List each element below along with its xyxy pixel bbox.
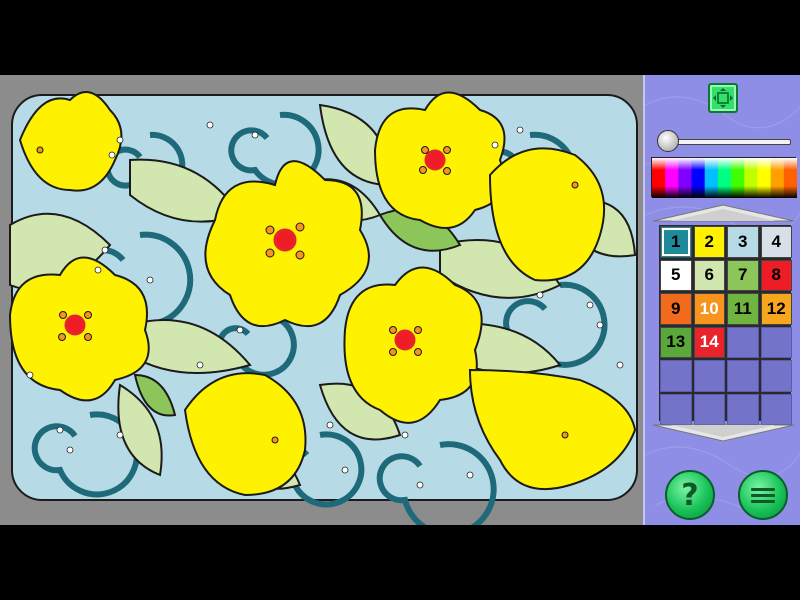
zoom-slider-knob[interactable] [657,130,679,152]
color-palette-picker[interactable] [651,157,797,198]
color-number-5[interactable]: 5 [660,259,692,291]
palette-swatch[interactable] [744,158,758,198]
help-button[interactable]: ? [665,470,715,520]
palette-gradient[interactable] [652,158,797,198]
empty-color-slot [693,360,725,392]
palette-swatch[interactable] [731,158,745,198]
empty-color-slot [760,360,792,392]
palette-swatch[interactable] [704,158,719,198]
bottom-letterbox [0,525,800,600]
empty-color-slot [660,393,692,425]
empty-color-slot [727,360,759,392]
zoom-slider-track[interactable] [665,139,791,145]
color-number-4[interactable]: 4 [760,226,792,258]
palette-swatch[interactable] [757,158,772,198]
palette-swatch[interactable] [717,158,732,198]
scroll-up-arrow[interactable] [651,203,796,223]
scroll-down-arrow[interactable] [651,423,796,443]
empty-color-slot [760,326,792,358]
color-number-8[interactable]: 8 [760,259,792,291]
empty-color-slot [693,393,725,425]
palette-swatch[interactable] [691,158,706,198]
color-number-10[interactable]: 10 [693,293,725,325]
color-number-3[interactable]: 3 [727,226,759,258]
coloring-canvas[interactable] [0,75,643,525]
empty-color-slot [727,393,759,425]
color-number-1[interactable]: 1 [660,226,692,258]
tool-panel: 1 2 3 4 5 6 7 8 9 10 11 12 13 14 ? [643,75,800,525]
empty-color-slot [727,326,759,358]
palette-swatch[interactable] [652,158,666,198]
color-number-6[interactable]: 6 [693,259,725,291]
empty-color-slot [660,360,692,392]
color-number-9[interactable]: 9 [660,293,692,325]
top-letterbox [0,0,800,75]
color-number-14[interactable]: 14 [693,326,725,358]
flower-artwork[interactable] [0,75,643,525]
palette-swatch[interactable] [770,158,785,198]
menu-button[interactable] [738,470,788,520]
empty-color-slot [760,393,792,425]
help-icon: ? [681,477,699,513]
menu-icon [751,485,775,506]
color-number-7[interactable]: 7 [727,259,759,291]
palette-swatch[interactable] [665,158,679,198]
palette-swatch[interactable] [678,158,693,198]
fit-to-screen-button[interactable] [708,83,738,113]
color-number-12[interactable]: 12 [760,293,792,325]
color-number-11[interactable]: 11 [727,293,759,325]
color-number-2[interactable]: 2 [693,226,725,258]
color-numbers-grid: 1 2 3 4 5 6 7 8 9 10 11 12 13 14 [659,225,792,425]
palette-swatch[interactable] [783,158,797,198]
color-number-13[interactable]: 13 [660,326,692,358]
fit-to-screen-icon [713,88,733,108]
